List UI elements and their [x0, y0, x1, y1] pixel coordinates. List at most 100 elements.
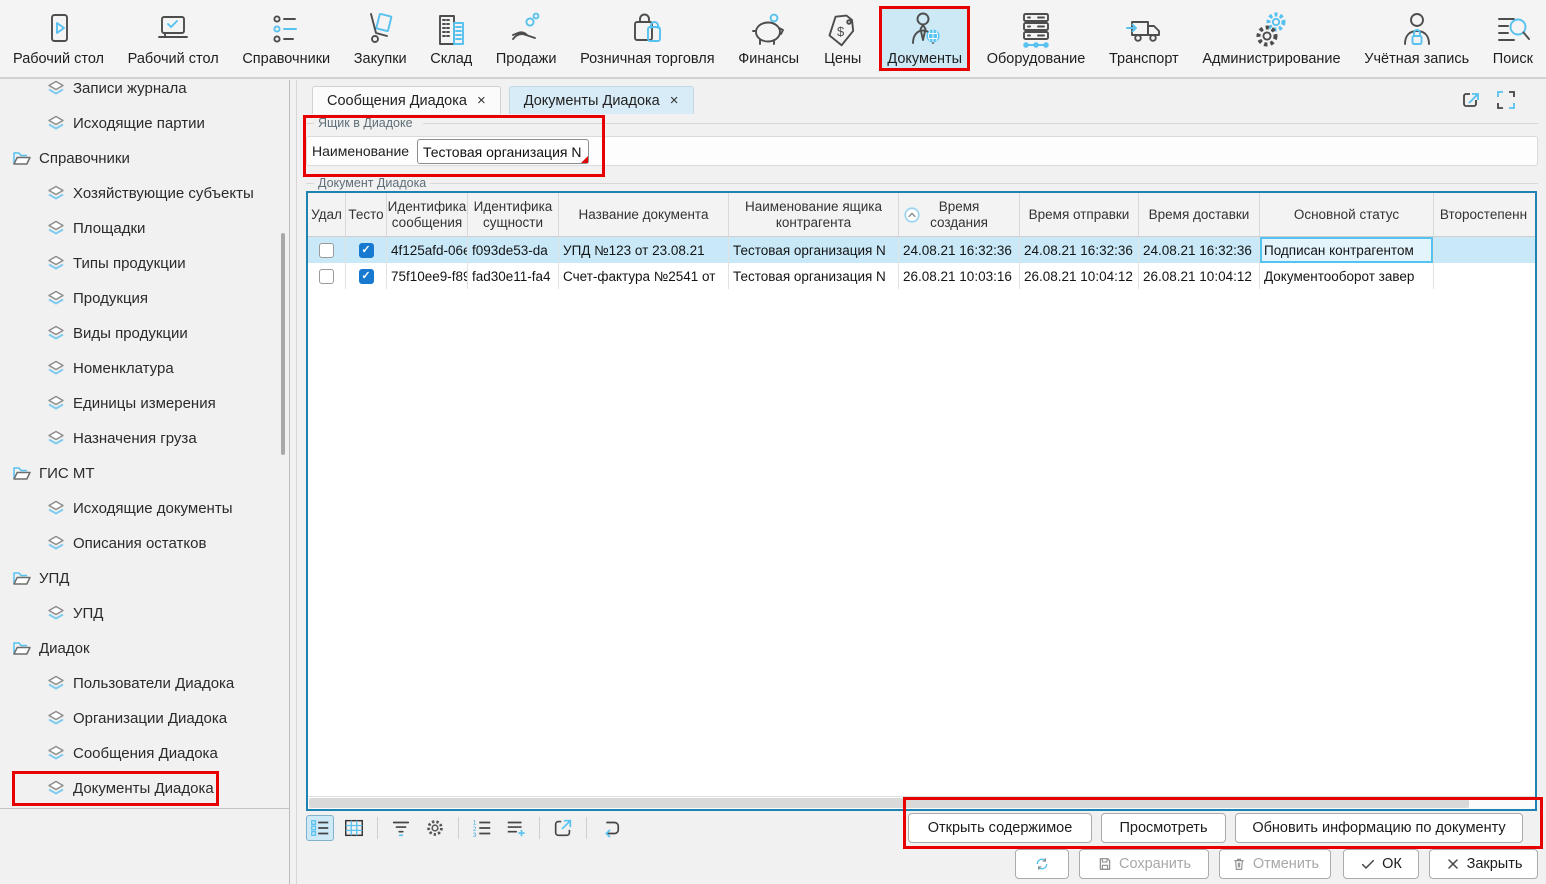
toolbar-item-desktop-2[interactable]: Рабочий стол [121, 7, 226, 70]
scrollbar-thumb[interactable] [309, 798, 1469, 808]
toolbar-item-finance[interactable]: Финансы [731, 7, 806, 70]
fullscreen-icon[interactable] [1494, 88, 1518, 112]
filter-button[interactable] [387, 815, 415, 841]
mailbox-name-input[interactable] [417, 139, 589, 164]
toolbar-item-desktop-1[interactable]: Рабочий стол [6, 7, 111, 70]
tree-item-journal-records[interactable]: Записи журнала [0, 80, 289, 106]
column-header-entity-id[interactable]: Идентификасущности [468, 193, 559, 236]
column-header-sent[interactable]: Время отправки [1020, 193, 1139, 236]
close-tab-icon[interactable]: × [477, 93, 486, 108]
layers-icon [46, 745, 66, 762]
test-checkbox[interactable] [359, 243, 374, 258]
list-view-button[interactable] [306, 815, 334, 841]
sidebar-scrollbar[interactable] [281, 233, 285, 455]
cell-message-id[interactable]: 4f125afd-06e [387, 237, 468, 263]
cell-message-id[interactable]: 75f10ee9-f89 [387, 263, 468, 289]
settings-button[interactable] [421, 815, 449, 841]
toolbar-item-purchases[interactable]: Закупки [347, 7, 414, 70]
cell-delivered[interactable]: 26.08.21 10:04:12 [1139, 263, 1260, 289]
tree-item-outgoing-documents[interactable]: Исходящие документы [0, 491, 289, 526]
add-to-list-button[interactable] [502, 815, 530, 841]
column-header-created[interactable]: Времясоздания [899, 193, 1020, 236]
cell-status[interactable]: Документооборот завер [1260, 263, 1434, 289]
cell-doc-name[interactable]: УПД №123 от 23.08.21 [559, 237, 729, 263]
column-header-test[interactable]: Тесто [346, 193, 387, 236]
toolbar-item-sales[interactable]: Продажи [489, 7, 564, 70]
tree-item-nomenclature[interactable]: Номенклатура [0, 351, 289, 386]
cell-status-focused[interactable]: Подписан контрагентом [1260, 237, 1434, 263]
numbered-list-button[interactable] [468, 815, 496, 841]
refresh-button[interactable] [1015, 849, 1069, 879]
toolbar-item-references[interactable]: Справочники [235, 7, 337, 70]
close-tab-icon[interactable]: × [670, 93, 679, 108]
toolbar-item-account[interactable]: Учётная запись [1357, 7, 1476, 70]
cell-secondary-status[interactable] [1434, 263, 1533, 289]
cell-delivered[interactable]: 24.08.21 16:32:36 [1139, 237, 1260, 263]
tree-folder-gis-mt[interactable]: ГИС МТ [0, 456, 289, 491]
tree-item-sites[interactable]: Площадки [0, 211, 289, 246]
column-header-counterparty-box[interactable]: Наименование ящикаконтрагента [729, 193, 899, 236]
toolbar-item-documents[interactable]: Документы [879, 6, 970, 71]
column-header-secondary-status[interactable]: Второстепенн [1434, 193, 1533, 236]
open-external-button[interactable] [549, 815, 577, 841]
cell-counterparty-box[interactable]: Тестовая организация N [729, 263, 899, 289]
tree-item-cargo-purposes[interactable]: Назначения груза [0, 421, 289, 456]
tree-item-products[interactable]: Продукция [0, 281, 289, 316]
column-header-doc-name[interactable]: Название документа [559, 193, 729, 236]
tree-item-upd[interactable]: УПД [0, 596, 289, 631]
column-header-message-id[interactable]: Идентификасообщения [387, 193, 468, 236]
tree-item-units[interactable]: Единицы измерения [0, 386, 289, 421]
horizontal-scrollbar[interactable] [308, 796, 1535, 809]
toolbar-item-warehouse[interactable]: Склад [423, 7, 479, 70]
table-row[interactable]: 4f125afd-06e f093de53-da УПД №123 от 23.… [308, 237, 1535, 263]
column-header-deleted[interactable]: Удал [308, 193, 346, 236]
save-button[interactable]: Сохранить [1079, 849, 1209, 879]
tree-item-diadoc-documents[interactable]: Документы Диадока [0, 771, 289, 806]
bullet-list-icon [266, 10, 306, 50]
open-content-button[interactable]: Открыть содержимое [908, 813, 1092, 843]
toolbar-item-administration[interactable]: Администрирование [1195, 7, 1347, 70]
ok-button[interactable]: ОК [1343, 849, 1419, 879]
tree-item-diadoc-organizations[interactable]: Организации Диадока [0, 701, 289, 736]
cell-entity-id[interactable]: fad30e11-fa4 [468, 263, 559, 289]
tree-item-balance-descriptions[interactable]: Описания остатков [0, 526, 289, 561]
update-document-info-button[interactable]: Обновить информацию по документу [1235, 813, 1523, 843]
open-in-window-icon[interactable] [1460, 88, 1484, 112]
test-checkbox[interactable] [359, 269, 374, 284]
tree-item-outgoing-batches[interactable]: Исходящие партии [0, 106, 289, 141]
grid-view-button[interactable] [340, 815, 368, 841]
column-header-status[interactable]: Основной статус [1260, 193, 1434, 236]
close-button[interactable]: Закрыть [1429, 849, 1538, 879]
cancel-button[interactable]: Отменить [1219, 849, 1331, 879]
table-row[interactable]: 75f10ee9-f89 fad30e11-fa4 Счет-фактура №… [308, 263, 1535, 289]
tab-diadoc-documents[interactable]: Документы Диадока × [509, 86, 694, 114]
cell-entity-id[interactable]: f093de53-da [468, 237, 559, 263]
tab-diadoc-messages[interactable]: Сообщения Диадока × [312, 86, 501, 114]
tree-item-business-entities[interactable]: Хозяйствующие субъекты [0, 176, 289, 211]
tree-item-diadoc-messages[interactable]: Сообщения Диадока [0, 736, 289, 771]
tree-item-product-kinds[interactable]: Виды продукции [0, 316, 289, 351]
cell-sent[interactable]: 26.08.21 10:04:12 [1020, 263, 1139, 289]
cell-created[interactable]: 26.08.21 10:03:16 [899, 263, 1020, 289]
cell-counterparty-box[interactable]: Тестовая организация N [729, 237, 899, 263]
preview-button[interactable]: Просмотреть [1101, 813, 1226, 843]
tree-folder-references[interactable]: Справочники [0, 141, 289, 176]
tree-item-product-types[interactable]: Типы продукции [0, 246, 289, 281]
sort-ascending-icon[interactable] [903, 206, 921, 224]
tree-item-diadoc-users[interactable]: Пользователи Диадока [0, 666, 289, 701]
deleted-checkbox[interactable] [319, 243, 334, 258]
cell-sent[interactable]: 24.08.21 16:32:36 [1020, 237, 1139, 263]
reload-list-button[interactable] [596, 815, 624, 841]
cell-doc-name[interactable]: Счет-фактура №2541 от [559, 263, 729, 289]
tree-folder-diadoc[interactable]: Диадок [0, 631, 289, 666]
cell-created[interactable]: 24.08.21 16:32:36 [899, 237, 1020, 263]
tree-folder-upd[interactable]: УПД [0, 561, 289, 596]
toolbar-item-search[interactable]: Поиск [1486, 7, 1540, 70]
toolbar-item-prices[interactable]: Цены [816, 7, 870, 70]
toolbar-item-equipment[interactable]: Оборудование [980, 7, 1093, 70]
deleted-checkbox[interactable] [319, 269, 334, 284]
cell-secondary-status[interactable] [1434, 237, 1533, 263]
toolbar-item-retail[interactable]: Розничная торговля [573, 7, 722, 70]
column-header-delivered[interactable]: Время доставки [1139, 193, 1260, 236]
toolbar-item-transport[interactable]: Транспорт [1102, 7, 1186, 70]
